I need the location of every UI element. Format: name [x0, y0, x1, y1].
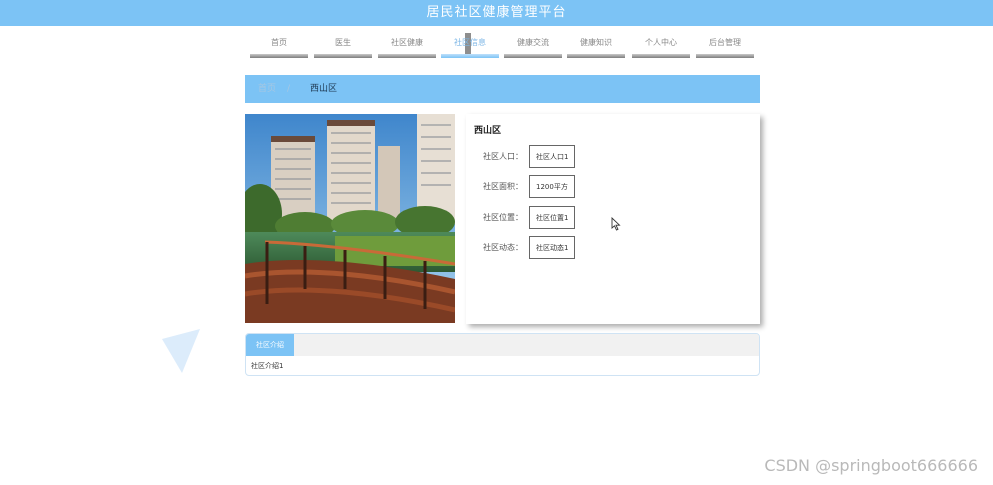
community-photo [245, 114, 455, 323]
breadcrumb-home-link[interactable]: 首页 [258, 75, 276, 103]
population-value: 社区人口1 [529, 145, 576, 168]
population-label: 社区人口： [483, 152, 523, 161]
nav-item-label: 首页 [271, 38, 287, 47]
nav-underline [567, 54, 625, 58]
community-photo-image [245, 114, 455, 323]
location-label: 社区位置： [483, 213, 523, 222]
nav-item-doctors[interactable]: 医生 [314, 36, 372, 58]
nav-item-health-knowledge[interactable]: 健康知识 [567, 36, 625, 58]
nav-item-label: 健康交流 [517, 38, 549, 47]
nav-item-label: 后台管理 [709, 38, 741, 47]
nav-item-label: 医生 [335, 38, 351, 47]
app-title: 居民社区健康管理平台 [426, 5, 567, 20]
tab-community-intro[interactable]: 社区介绍 [246, 334, 294, 356]
nav-underline [696, 54, 754, 58]
watermark: CSDN @springboot666666 [764, 456, 978, 475]
community-intro-panel: 社区介绍 社区介绍1 [245, 333, 760, 376]
area-label: 社区面积： [483, 182, 523, 191]
nav-underline [632, 54, 690, 58]
location-value: 社区位置1 [529, 206, 576, 229]
nav-underline [441, 54, 499, 58]
nav-item-personal-center[interactable]: 个人中心 [632, 36, 690, 58]
nav-item-label: 个人中心 [645, 38, 677, 47]
nav-item-home[interactable]: 首页 [250, 36, 308, 58]
nav-item-health-exchange[interactable]: 健康交流 [504, 36, 562, 58]
nav-item-label: 健康知识 [580, 38, 612, 47]
nav-item-label: 社区信息 [454, 38, 486, 47]
app-header: 居民社区健康管理平台 [0, 0, 993, 26]
area-value: 1200平方 [529, 175, 575, 198]
breadcrumb-separator: / [287, 84, 291, 94]
nav-item-community-info[interactable]: 社区信息 [441, 33, 499, 58]
nav-item-label: 社区健康 [391, 38, 423, 47]
nav-item-admin[interactable]: 后台管理 [696, 36, 754, 58]
nav-underline [378, 54, 436, 58]
nav-item-community-health[interactable]: 社区健康 [378, 36, 436, 58]
main-nav: 首页 医生 社区健康 社区信息 健康交流 健康知识 个人中心 后台管理 [250, 33, 762, 60]
breadcrumb-current: 西山区 [310, 84, 338, 94]
nav-underline [504, 54, 562, 58]
news-label: 社区动态： [483, 243, 523, 252]
decorative-triangle-icon [162, 329, 200, 373]
mouse-pointer-icon [611, 217, 621, 231]
intro-content: 社区介绍1 [251, 362, 284, 370]
intro-tab-strip: 社区介绍 [246, 334, 759, 356]
breadcrumb: 首页 / 西山区 [245, 75, 760, 103]
nav-underline [314, 54, 372, 58]
community-name: 西山区 [474, 126, 502, 136]
news-value: 社区动态1 [529, 236, 576, 259]
nav-underline [250, 54, 308, 58]
